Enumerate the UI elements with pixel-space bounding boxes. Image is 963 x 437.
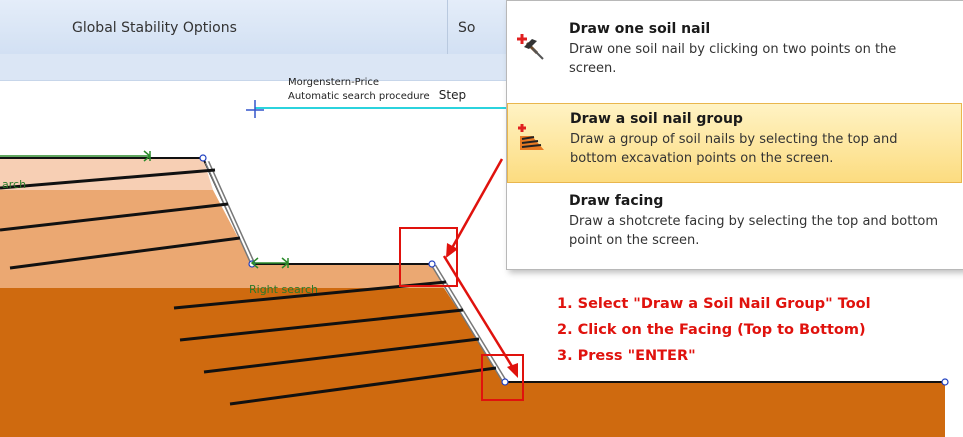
menu-item-title: Draw one soil nail [569,21,711,37]
instruction-step-3: 3. Press "ENTER" [557,348,696,364]
menu-item-title: Draw a soil nail group [570,111,743,127]
tab-label: Global Stability Options [72,20,237,36]
search-procedure-text: Automatic search procedure [288,91,430,102]
search-procedure: Automatic search procedure Step [288,89,466,103]
step-label: Step [438,88,467,102]
menu-item-draw-one-soil-nail[interactable]: Draw one soil nail Draw one soil nail by… [507,21,962,101]
menu-item-title: Draw facing [569,193,664,209]
instruction-step-1: 1. Select "Draw a Soil Nail Group" Tool [557,296,871,312]
menu-item-description: Draw one soil nail by clicking on two po… [569,42,897,76]
menu-item-description: Draw a group of soil nails by selecting … [570,132,898,166]
instruction-steps: 1. Select "Draw a Soil Nail Group" Tool … [557,291,871,369]
vertex [501,378,509,386]
vertex [199,154,207,162]
menu-item-description: Draw a shotcrete facing by selecting the… [569,214,939,248]
instruction-step-2: 2. Click on the Facing (Top to Bottom) [557,322,866,338]
hammer-add-icon [517,34,544,60]
tab-global-stability-options[interactable]: Global Stability Options [0,0,448,54]
left-search-label: arch [2,178,27,191]
vertex [428,260,436,268]
tab-label: So [458,20,476,36]
analysis-method-label: Morgenstern-Price Automatic search proce… [288,77,466,103]
soil-nail-dropdown-menu: Draw one soil nail Draw one soil nail by… [506,0,963,270]
vertex [941,378,949,386]
nail-group-add-icon [518,124,544,150]
menu-item-draw-soil-nail-group[interactable]: Draw a soil nail group Draw a group of s… [507,103,962,183]
menu-item-draw-facing[interactable]: Draw facing Draw a shotcrete facing by s… [507,193,962,267]
right-search-label: Right search [249,283,319,296]
